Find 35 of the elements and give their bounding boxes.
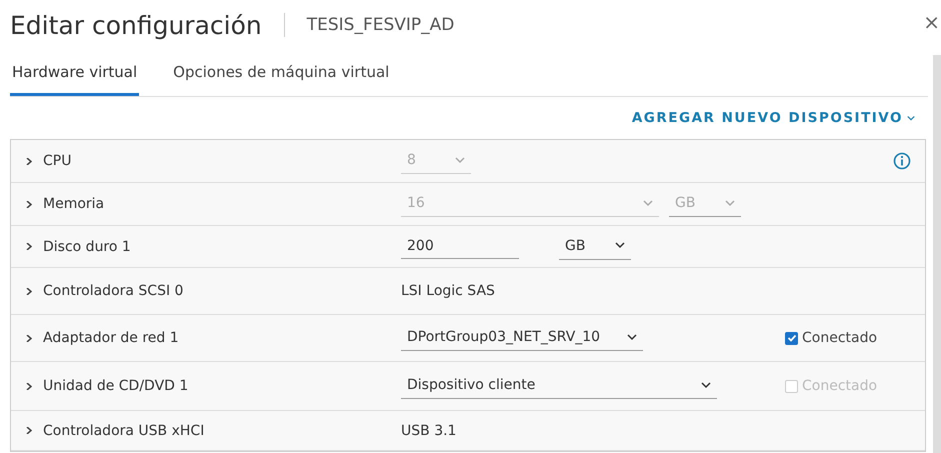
tab[interactable]: Hardware virtual [10, 50, 140, 96]
chevron-right-icon [25, 243, 33, 250]
input-field[interactable]: 200 [401, 234, 519, 259]
chevron-down-icon [627, 334, 637, 340]
chevron-right-icon [25, 334, 33, 342]
unit-dropdown[interactable]: GB [559, 234, 631, 260]
chevron-down-icon [701, 382, 711, 388]
value-text: USB 3.1 [401, 422, 456, 438]
row-label[interactable]: Adaptador de red 1 [43, 330, 179, 346]
chevron-down-icon [907, 114, 915, 122]
checkbox[interactable] [785, 332, 798, 344]
scrollbar[interactable] [933, 55, 941, 453]
chevron-right-icon [25, 288, 33, 294]
close-button[interactable]: × [923, 12, 940, 32]
checkbox-label: Conectado [802, 378, 878, 394]
value-text: LSI Logic SAS [401, 283, 495, 299]
dropdown[interactable]: Dispositivo cliente [401, 373, 717, 399]
chevron-down-icon [615, 242, 625, 249]
dialog-title: Editar configuración [10, 10, 262, 40]
chevron-down-icon [725, 200, 735, 206]
tab[interactable]: Opciones de máquina virtual [171, 50, 392, 96]
add-device-button[interactable]: AGREGAR NUEVO DISPOSITIVO [632, 110, 903, 126]
row-label[interactable]: Controladora USB xHCI [43, 422, 204, 438]
chevron-right-icon [25, 200, 33, 208]
vm-name: TESIS_FESVIP_AD [306, 15, 454, 35]
dropdown[interactable]: DPortGroup03_NET_SRV_10 [401, 325, 643, 351]
chevron-down-icon [643, 200, 653, 206]
checkbox-label: Conectado [802, 330, 878, 346]
row-label[interactable]: Controladora SCSI 0 [43, 283, 184, 299]
row-label[interactable]: Unidad de CD/DVD 1 [43, 378, 188, 394]
chevron-right-icon [25, 382, 33, 390]
row-label[interactable]: Disco duro 1 [43, 238, 131, 254]
chevron-right-icon [25, 158, 33, 164]
chevron-down-icon [455, 156, 465, 164]
chevron-right-icon [25, 427, 33, 434]
